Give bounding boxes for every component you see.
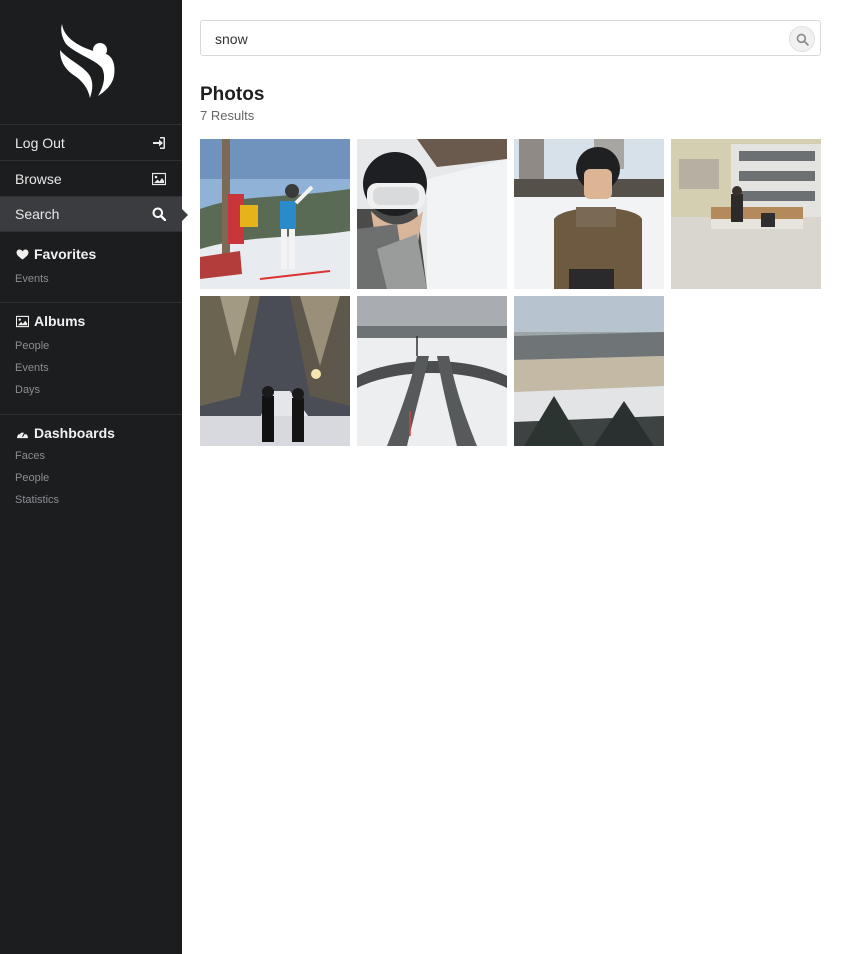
albums-people-link[interactable]: People [0, 335, 182, 357]
albums-header[interactable]: Albums [0, 311, 182, 331]
search-label: Search [15, 206, 60, 222]
dashboards-statistics-link[interactable]: Statistics [0, 489, 182, 511]
active-indicator-arrow [182, 209, 188, 221]
albums-events-link[interactable]: Events [0, 357, 182, 379]
favorites-events-link[interactable]: Events [0, 268, 182, 290]
photo-bench-courtyard[interactable] [671, 139, 821, 289]
albums-title: Albums [34, 313, 86, 329]
dashboards-people-link[interactable]: People [0, 467, 182, 489]
results-title: Photos [200, 84, 265, 105]
favorites-section: Favorites Events [0, 244, 182, 290]
logout-nav-item[interactable]: Log Out [0, 124, 182, 160]
dashboards-faces-link[interactable]: Faces [0, 445, 182, 467]
search-icon [796, 33, 809, 46]
photo-snowy-town[interactable] [514, 296, 664, 446]
photo-snowy-roads[interactable] [357, 296, 507, 446]
albums-days-link[interactable]: Days [0, 379, 182, 401]
search-icon [152, 207, 166, 221]
dashboard-icon [17, 429, 28, 438]
sign-in-icon [153, 136, 165, 149]
photo-child-helmet[interactable] [514, 139, 664, 289]
image-icon [152, 172, 166, 185]
sidebar-divider [0, 302, 182, 303]
search-input[interactable] [215, 29, 775, 49]
heart-icon [16, 248, 29, 260]
browse-nav-item[interactable]: Browse [0, 160, 182, 196]
main-nav: Log Out Browse Search [0, 124, 188, 232]
favorites-header[interactable]: Favorites [0, 244, 182, 264]
photo-snowy-forest-night[interactable] [200, 296, 350, 446]
sidebar: Log Out Browse Search Favorites Events A… [0, 0, 188, 954]
app-logo[interactable] [54, 20, 124, 100]
sidebar-divider [0, 414, 182, 415]
search-nav-item[interactable]: Search [0, 196, 188, 232]
photo-skier-on-slope[interactable] [200, 139, 350, 289]
search-bar [200, 20, 821, 56]
search-button[interactable] [789, 26, 815, 52]
dashboards-section: Dashboards Faces People Statistics [0, 423, 182, 511]
browse-label: Browse [15, 170, 62, 187]
dashboards-header[interactable]: Dashboards [0, 423, 182, 443]
favorites-title: Favorites [34, 246, 97, 262]
albums-section: Albums People Events Days [0, 311, 182, 401]
dashboards-title: Dashboards [34, 425, 115, 441]
logout-label: Log Out [15, 134, 65, 151]
results-count: 7 Results [200, 108, 255, 123]
photo-selfie-goggles[interactable] [357, 139, 507, 289]
image-icon [16, 315, 29, 327]
